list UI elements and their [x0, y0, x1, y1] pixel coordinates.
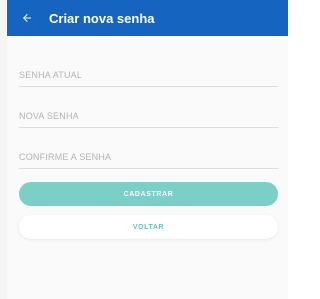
arrow-left-icon	[23, 14, 31, 22]
app-bar: Criar nova senha	[7, 0, 288, 36]
page-title: Criar nova senha	[49, 10, 155, 26]
current-password-field	[19, 64, 278, 87]
current-password-input[interactable]	[19, 64, 278, 86]
new-password-input[interactable]	[19, 105, 278, 127]
confirm-password-input[interactable]	[19, 146, 278, 168]
form-container: CADASTRAR VOLTAR	[7, 36, 288, 299]
back-text-button[interactable]: VOLTAR	[19, 215, 278, 239]
submit-button[interactable]: CADASTRAR	[19, 182, 278, 206]
back-button[interactable]	[13, 0, 41, 36]
screen: Criar nova senha CADASTRAR VOLTAR	[0, 0, 288, 299]
confirm-password-field	[19, 146, 278, 169]
new-password-field	[19, 105, 278, 128]
